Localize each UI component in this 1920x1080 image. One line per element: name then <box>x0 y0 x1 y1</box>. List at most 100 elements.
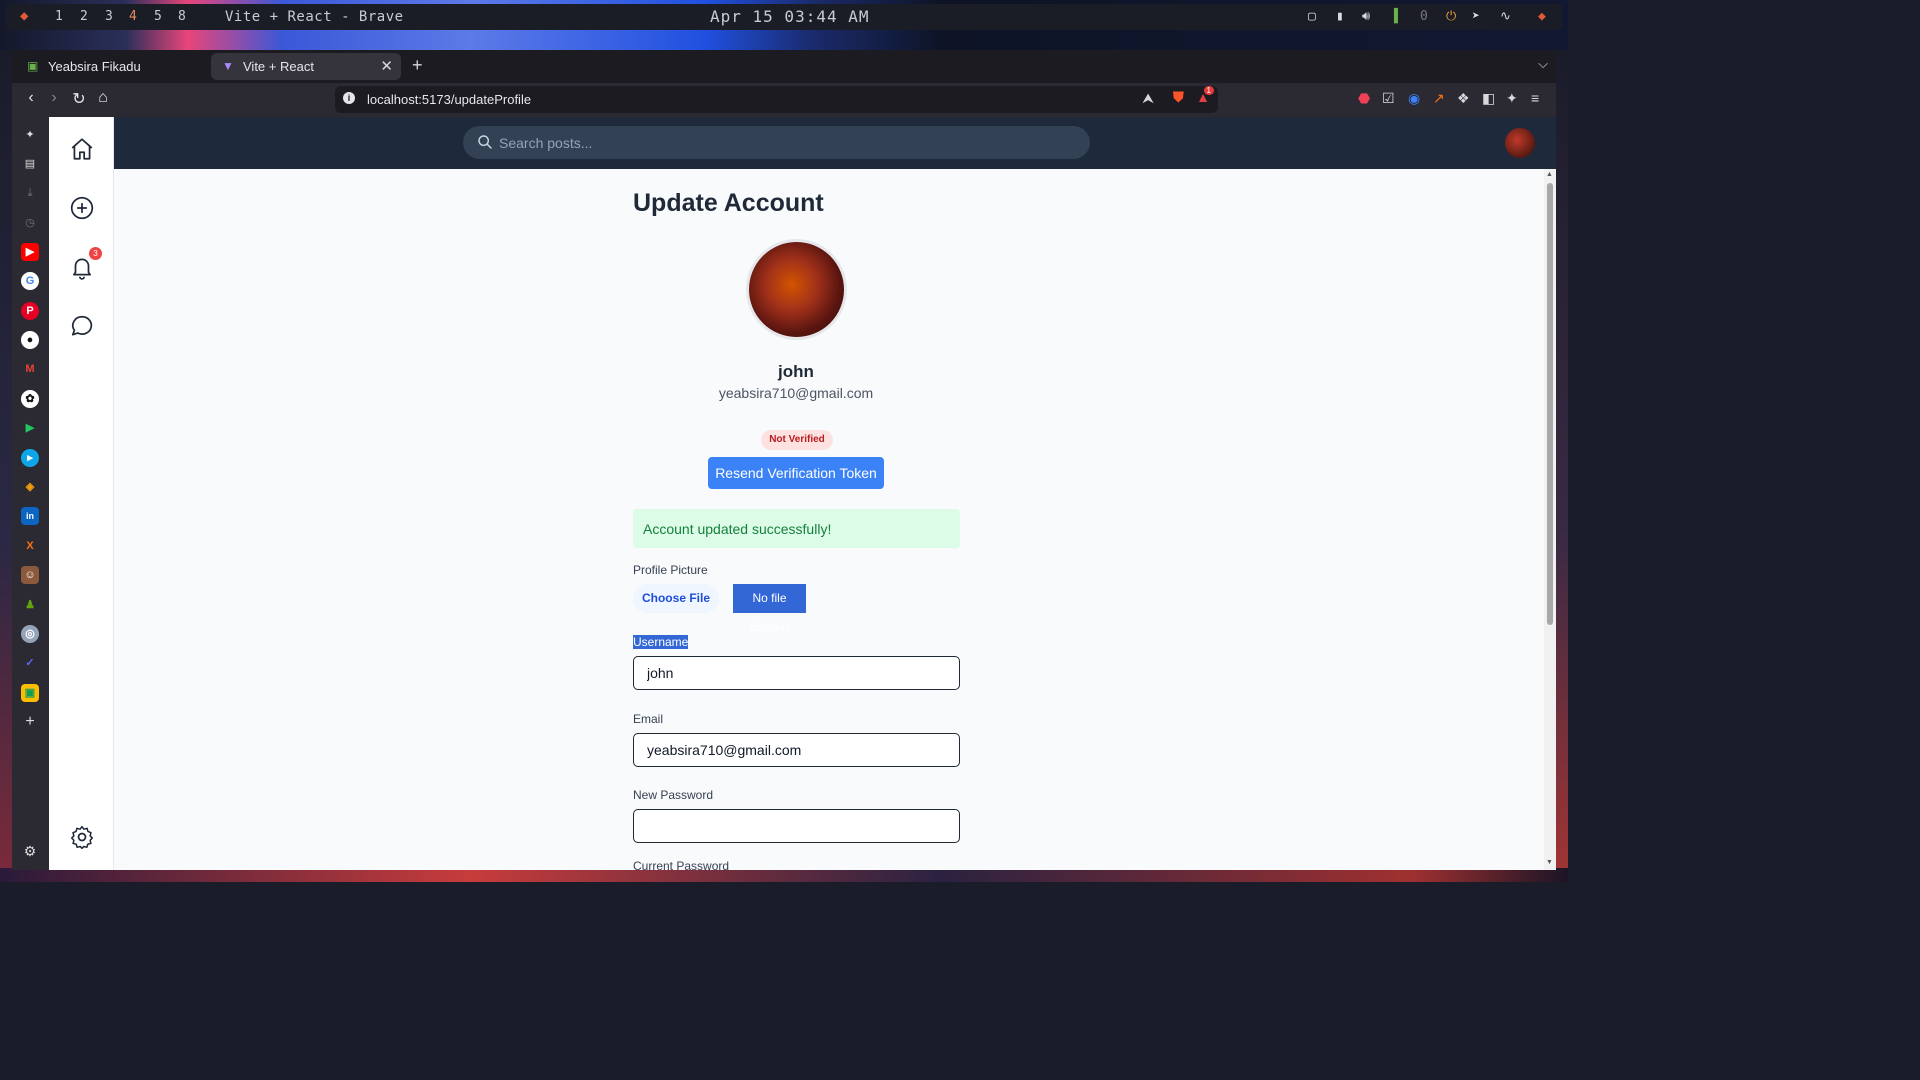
extensions-puzzle-icon[interactable]: ❖ <box>1457 90 1470 107</box>
username-label: Username <box>633 635 689 649</box>
profile-picture-label: Profile Picture <box>633 563 708 577</box>
new-password-input[interactable] <box>634 810 959 842</box>
workspace-5[interactable]: 5 <box>154 9 162 24</box>
bird-icon[interactable]: ✓ <box>21 654 39 672</box>
app-sidebar: 3 <box>49 117 114 870</box>
globe-icon[interactable]: ◎ <box>21 625 39 643</box>
media-player-icon[interactable]: ▸ <box>21 449 39 467</box>
profile-site-icon[interactable]: ☺ <box>21 566 39 584</box>
stack-icon[interactable]: ◈ <box>21 478 39 496</box>
address-bar[interactable]: i localhost:5173/updateProfile ⮝ ⛊ ▲ 1 <box>335 86 1218 113</box>
scroll-thumb[interactable] <box>1547 183 1553 625</box>
screen-icon[interactable]: ▢ <box>1308 9 1316 24</box>
new-tab-button[interactable]: + <box>412 55 423 76</box>
youtube-icon[interactable]: ▶ <box>21 243 39 261</box>
pocket-icon[interactable]: ⬣ <box>1358 90 1370 107</box>
header-avatar[interactable] <box>1505 128 1535 158</box>
new-password-field[interactable] <box>633 809 960 843</box>
search-icon <box>478 135 492 149</box>
play-store-icon[interactable]: ▶ <box>21 419 39 437</box>
username-input[interactable] <box>634 657 959 689</box>
telegram-icon[interactable]: ➤ <box>1472 9 1480 24</box>
home-icon[interactable]: ⌂ <box>92 89 114 107</box>
close-tab-icon[interactable]: ✕ <box>380 57 393 75</box>
sidebar-settings-icon[interactable]: ⚙ <box>21 842 39 860</box>
workspace-4[interactable]: 4 <box>129 9 137 24</box>
scroll-up-arrow-icon[interactable]: ▲ <box>1546 171 1553 178</box>
clock[interactable]: Apr 15 03:44 AM <box>710 7 870 26</box>
linkedin-icon[interactable]: in <box>21 507 39 525</box>
leo-sidebar-icon[interactable]: ✦ <box>21 126 39 144</box>
chess-icon[interactable]: ♟ <box>21 596 39 614</box>
profile-email: yeabsira710@gmail.com <box>718 385 874 401</box>
tab-bar: ▣ Yeabsira Fikadu ▼ Vite + React ✕ + ⌵ <box>12 50 1556 83</box>
update-account-form: Update Account john yeabsira710@gmail.co… <box>114 169 1542 870</box>
page-scrollbar[interactable]: ▲ ▼ <box>1544 169 1556 870</box>
history-icon[interactable]: ◷ <box>21 214 39 232</box>
workspace-1[interactable]: 1 <box>55 9 63 24</box>
share-icon[interactable]: ⮝ <box>1142 90 1154 107</box>
home-icon[interactable] <box>69 136 95 162</box>
settings-gear-icon[interactable] <box>69 824 95 850</box>
app-header <box>114 117 1556 169</box>
workspace-2[interactable]: 2 <box>80 9 88 24</box>
desktop-wallpaper-right <box>1556 50 1568 870</box>
tab-vite-react[interactable]: ▼ Vite + React ✕ <box>211 53 401 80</box>
workspace-8[interactable]: 8 <box>178 9 186 24</box>
network-icon[interactable]: ∿ <box>1500 9 1511 24</box>
leo-ai-icon[interactable]: ✦ <box>1506 90 1518 107</box>
vite-icon: ▼ <box>222 59 234 73</box>
window-title: Vite + React - Brave <box>225 9 404 25</box>
scroll-down-arrow-icon[interactable]: ▼ <box>1546 859 1553 866</box>
volume-icon[interactable]: 🔊︎ <box>1362 9 1370 24</box>
reading-list-icon[interactable]: ▤ <box>21 155 39 173</box>
power-icon[interactable]: ⏻ <box>1446 9 1456 24</box>
browser-window: ▣ Yeabsira Fikadu ▼ Vite + React ✕ + ⌵ ‹… <box>12 50 1556 870</box>
search-bar[interactable] <box>463 126 1090 159</box>
x-app-icon[interactable]: X <box>21 537 39 555</box>
url-text[interactable]: localhost:5173/updateProfile <box>367 92 531 107</box>
no-file-chosen-text: No file chosen <box>733 584 806 634</box>
brave-shields-icon[interactable]: ⛊ <box>1173 89 1184 106</box>
chat-icon[interactable] <box>69 313 95 339</box>
menu-icon[interactable]: ≡ <box>1531 90 1539 106</box>
flame-icon[interactable]: ◆ <box>1538 9 1546 24</box>
rewards-badge: 1 <box>1203 86 1214 95</box>
username-field[interactable] <box>633 656 960 690</box>
forward-icon[interactable]: › <box>43 89 65 107</box>
reload-icon[interactable]: ↻ <box>68 89 90 109</box>
resend-verification-button[interactable]: Resend Verification Token <box>708 457 884 489</box>
tab-label: Yeabsira Fikadu <box>48 59 141 74</box>
email-input[interactable] <box>634 734 959 766</box>
chevron-down-icon[interactable]: ⌵ <box>1538 56 1548 72</box>
search-input[interactable] <box>499 126 1079 159</box>
create-post-icon[interactable] <box>69 195 95 221</box>
photos-icon[interactable]: ▣ <box>21 684 39 702</box>
chatgpt-icon[interactable]: ✿ <box>21 390 39 408</box>
battery-icon[interactable]: ▮ <box>1336 9 1344 24</box>
extension-arrow-icon[interactable]: ↗ <box>1433 90 1445 107</box>
profile-username: john <box>778 362 814 381</box>
page-title: Update Account <box>633 189 824 217</box>
gmail-icon[interactable]: M <box>21 360 39 378</box>
github-icon[interactable]: ● <box>21 331 39 349</box>
site-info-icon[interactable]: i <box>343 92 355 104</box>
page-viewport: 3 Update Account john <box>49 117 1556 870</box>
downloads-icon[interactable]: ⤓ <box>21 184 39 202</box>
extension-check-icon[interactable]: ☑ <box>1382 90 1395 107</box>
tab-yeabsira[interactable]: ▣ Yeabsira Fikadu <box>16 53 208 80</box>
google-icon[interactable]: G <box>21 272 39 290</box>
profile-avatar <box>746 239 847 340</box>
workspace-3[interactable]: 3 <box>105 9 113 24</box>
memory-icon[interactable]: ▐ <box>1390 9 1398 24</box>
terminal-icon: ▣ <box>27 59 39 73</box>
email-label: Email <box>633 712 664 726</box>
distro-logo-icon[interactable]: ◆ <box>20 8 28 24</box>
sidebar-toggle-icon[interactable]: ◧ <box>1482 90 1495 107</box>
extension-circle-icon[interactable]: ◉ <box>1408 90 1420 107</box>
choose-file-button[interactable]: Choose File <box>633 584 719 613</box>
pinterest-icon[interactable]: P <box>21 302 39 320</box>
back-icon[interactable]: ‹ <box>20 89 42 107</box>
email-field[interactable] <box>633 733 960 767</box>
add-sidebar-item-icon[interactable]: + <box>21 713 39 731</box>
